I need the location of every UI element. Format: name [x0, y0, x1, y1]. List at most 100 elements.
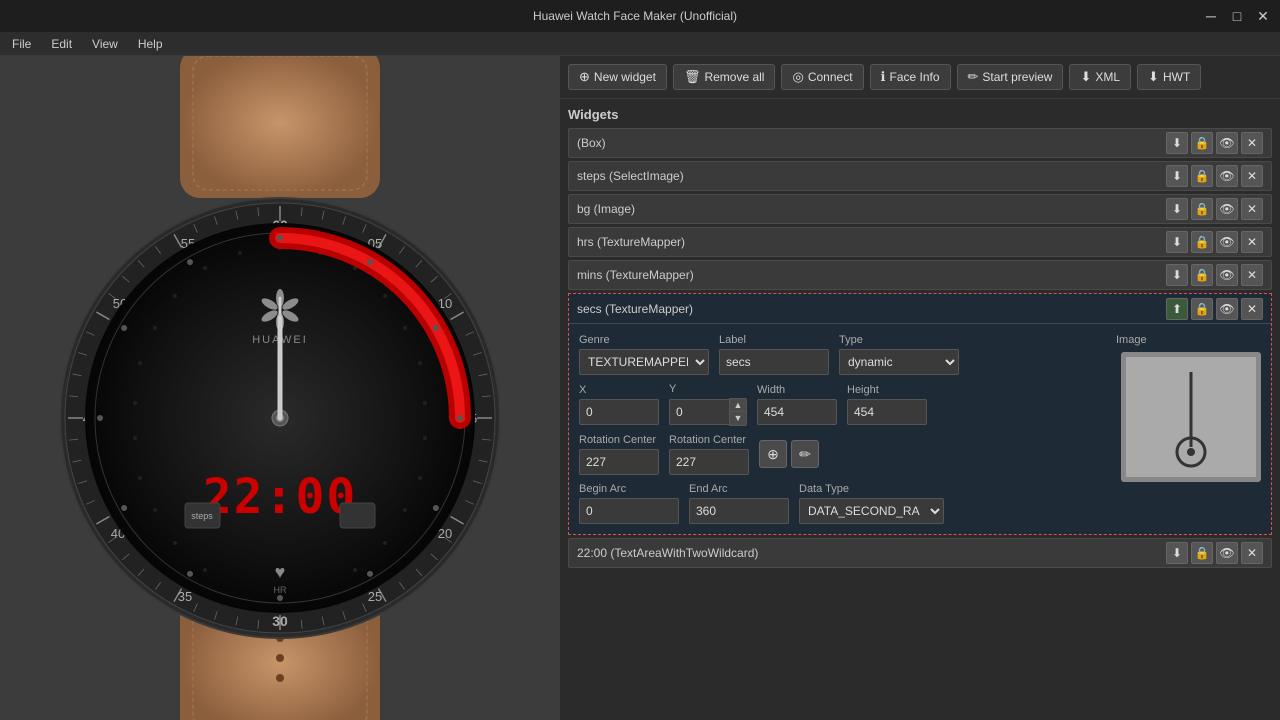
- type-label: Type: [839, 334, 959, 346]
- widget-steps-lock-btn[interactable]: 🔒: [1191, 165, 1213, 187]
- widgets-section: Widgets (Box) ⬇ 🔒 👁 ✕ steps (SelectImage…: [560, 99, 1280, 720]
- widget-mins-download-btn[interactable]: ⬇: [1166, 264, 1188, 286]
- rot-cx-input[interactable]: [579, 449, 659, 475]
- widget-steps-download-btn[interactable]: ⬇: [1166, 165, 1188, 187]
- widget-hrs-download-btn[interactable]: ⬇: [1166, 231, 1188, 253]
- form-row-xywh: X Y ▲ ▼: [579, 383, 1106, 426]
- begin-arc-input[interactable]: [579, 498, 679, 524]
- label-label: Label: [719, 334, 829, 346]
- end-arc-label: End Arc: [689, 483, 789, 495]
- widget-row-time-name: 22:00 (TextAreaWithTwoWildcard): [577, 546, 1166, 560]
- widget-row-mins[interactable]: mins (TextureMapper) ⬇ 🔒 👁 ✕: [568, 260, 1272, 290]
- image-preview: [1121, 352, 1261, 482]
- widget-row-hrs[interactable]: hrs (TextureMapper) ⬇ 🔒 👁 ✕: [568, 227, 1272, 257]
- widget-secs-eye-btn[interactable]: 👁: [1216, 298, 1238, 320]
- start-preview-button[interactable]: ✏ Start preview: [957, 64, 1064, 90]
- widget-row-bg-actions: ⬇ 🔒 👁 ✕: [1166, 198, 1263, 220]
- menu-help[interactable]: Help: [134, 35, 167, 53]
- end-arc-group: End Arc: [689, 483, 789, 524]
- face-info-button[interactable]: ℹ Face Info: [870, 64, 951, 90]
- begin-arc-group: Begin Arc: [579, 483, 679, 524]
- widget-hrs-close-btn[interactable]: ✕: [1241, 231, 1263, 253]
- width-input[interactable]: [757, 399, 837, 425]
- image-label: Image: [1116, 334, 1147, 346]
- widget-lock-btn[interactable]: 🔒: [1191, 132, 1213, 154]
- widget-download-btn[interactable]: ⬇: [1166, 132, 1188, 154]
- widget-mins-lock-btn[interactable]: 🔒: [1191, 264, 1213, 286]
- rotation-pen-btn[interactable]: ✏: [791, 440, 819, 468]
- y-decrement-btn[interactable]: ▼: [730, 412, 746, 425]
- type-select[interactable]: dynamic: [839, 349, 959, 375]
- widget-detail-form: Genre TEXTUREMAPPER Label Type: [569, 324, 1271, 534]
- rot-cy-label: Rotation Center: [669, 434, 749, 446]
- connect-button[interactable]: ◎ Connect: [781, 64, 863, 90]
- widget-bg-download-btn[interactable]: ⬇: [1166, 198, 1188, 220]
- svg-text:25: 25: [368, 589, 382, 604]
- widget-eye-btn[interactable]: 👁: [1216, 132, 1238, 154]
- widget-time-close-btn[interactable]: ✕: [1241, 542, 1263, 564]
- label-input[interactable]: [719, 349, 829, 375]
- widget-bg-close-btn[interactable]: ✕: [1241, 198, 1263, 220]
- rot-cx-label: Rotation Center: [579, 434, 659, 446]
- widget-hrs-lock-btn[interactable]: 🔒: [1191, 231, 1213, 253]
- end-arc-input[interactable]: [689, 498, 789, 524]
- x-input[interactable]: [579, 399, 659, 425]
- rot-cy-input[interactable]: [669, 449, 749, 475]
- widget-steps-close-btn[interactable]: ✕: [1241, 165, 1263, 187]
- menu-edit[interactable]: Edit: [47, 35, 76, 53]
- widget-bg-eye-btn[interactable]: 👁: [1216, 198, 1238, 220]
- label-group: Label: [719, 334, 829, 375]
- y-spinner: ▲ ▼: [669, 398, 747, 426]
- maximize-button[interactable]: □: [1228, 7, 1246, 25]
- y-spinner-btns: ▲ ▼: [729, 398, 747, 426]
- widget-mins-close-btn[interactable]: ✕: [1241, 264, 1263, 286]
- menu-file[interactable]: File: [8, 35, 35, 53]
- data-type-group: Data Type DATA_SECOND_RA: [799, 483, 944, 524]
- xml-button[interactable]: ⬇ XML: [1069, 64, 1131, 90]
- widget-secs-lock-btn[interactable]: 🔒: [1191, 298, 1213, 320]
- widget-row-box[interactable]: (Box) ⬇ 🔒 👁 ✕: [568, 128, 1272, 158]
- plus-icon: ⊕: [579, 69, 590, 85]
- selected-widget-name: secs (TextureMapper): [577, 302, 1166, 316]
- y-increment-btn[interactable]: ▲: [730, 399, 746, 412]
- widget-row-bg-name: bg (Image): [577, 202, 1166, 216]
- widget-close-btn[interactable]: ✕: [1241, 132, 1263, 154]
- hwt-button[interactable]: ⬇ HWT: [1137, 64, 1201, 90]
- widgets-label: Widgets: [568, 107, 1272, 122]
- widget-row-steps[interactable]: steps (SelectImage) ⬇ 🔒 👁 ✕: [568, 161, 1272, 191]
- menu-view[interactable]: View: [88, 35, 122, 53]
- svg-text:♥: ♥: [275, 562, 286, 582]
- widget-time-download-btn[interactable]: ⬇: [1166, 542, 1188, 564]
- svg-text:steps: steps: [191, 511, 213, 521]
- widget-mins-eye-btn[interactable]: 👁: [1216, 264, 1238, 286]
- widget-steps-eye-btn[interactable]: 👁: [1216, 165, 1238, 187]
- close-button[interactable]: ✕: [1254, 7, 1272, 25]
- widget-row-bg[interactable]: bg (Image) ⬇ 🔒 👁 ✕: [568, 194, 1272, 224]
- widget-secs-close-btn[interactable]: ✕: [1241, 298, 1263, 320]
- rotation-target-btn[interactable]: ⊕: [759, 440, 787, 468]
- height-group: Height: [847, 384, 927, 425]
- x-label: X: [579, 384, 659, 396]
- genre-select[interactable]: TEXTUREMAPPER: [579, 349, 709, 375]
- height-input[interactable]: [847, 399, 927, 425]
- type-group: Type dynamic: [839, 334, 959, 375]
- width-label: Width: [757, 384, 837, 396]
- widget-time-eye-btn[interactable]: 👁: [1216, 542, 1238, 564]
- new-widget-button[interactable]: ⊕ New widget: [568, 64, 667, 90]
- title-bar-controls: ─ □ ✕: [1202, 7, 1272, 25]
- y-input[interactable]: [669, 399, 729, 425]
- widget-secs-up-btn[interactable]: ⬆: [1166, 298, 1188, 320]
- svg-text:35: 35: [178, 589, 192, 604]
- widget-row-box-actions: ⬇ 🔒 👁 ✕: [1166, 132, 1263, 154]
- remove-all-button[interactable]: 🗑 Remove all: [673, 64, 776, 90]
- widget-row-time[interactable]: 22:00 (TextAreaWithTwoWildcard) ⬇ 🔒 👁 ✕: [568, 538, 1272, 568]
- minimize-button[interactable]: ─: [1202, 7, 1220, 25]
- widget-bg-lock-btn[interactable]: 🔒: [1191, 198, 1213, 220]
- widget-row-mins-name: mins (TextureMapper): [577, 268, 1166, 282]
- data-type-select[interactable]: DATA_SECOND_RA: [799, 498, 944, 524]
- selected-widget-container: secs (TextureMapper) ⬆ 🔒 👁 ✕: [568, 293, 1272, 535]
- widget-time-lock-btn[interactable]: 🔒: [1191, 542, 1213, 564]
- widget-hrs-eye-btn[interactable]: 👁: [1216, 231, 1238, 253]
- selected-widget-header: secs (TextureMapper) ⬆ 🔒 👁 ✕: [569, 294, 1271, 324]
- svg-text:22:00: 22:00: [203, 469, 358, 525]
